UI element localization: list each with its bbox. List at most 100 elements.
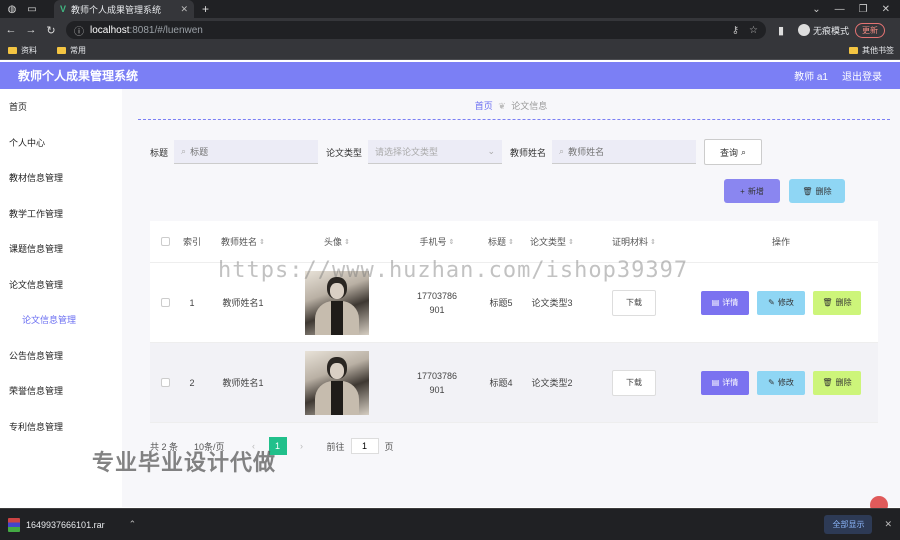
- cell-index: 2: [189, 377, 195, 388]
- key-icon[interactable]: ⚷: [732, 25, 739, 36]
- sidepanel-icon[interactable]: ▮: [772, 24, 790, 37]
- download-button[interactable]: 下载: [612, 369, 656, 396]
- header-title[interactable]: 标题 ⇕: [482, 235, 520, 248]
- profile-label: 无痕模式: [813, 25, 850, 36]
- new-tab-icon[interactable]: +: [202, 2, 209, 16]
- delete-button[interactable]: 🗑 删除: [813, 290, 861, 315]
- header-teacher[interactable]: 教师姓名 ⇕: [204, 235, 282, 248]
- query-button[interactable]: 查询 ⌕: [704, 139, 763, 165]
- browser-tab-strip: ◍ ▭ V 教师个人成果管理系统 ✕ + ⌄ — ❐ ✕: [0, 0, 900, 18]
- sidebar-item-textbooks[interactable]: 教材信息管理: [0, 160, 122, 196]
- sidebar-item-patents[interactable]: 专利信息管理: [0, 409, 122, 445]
- minimize-icon[interactable]: —: [835, 4, 845, 15]
- download-button[interactable]: 下载: [612, 289, 656, 316]
- url-field[interactable]: ⓘ localhost :8081/#/luenwen ⚷ ☆: [66, 21, 766, 39]
- window-close-icon[interactable]: ✕: [882, 4, 890, 15]
- tab-list-icon[interactable]: ▭: [24, 1, 40, 17]
- folder-icon: [8, 47, 17, 54]
- edit-button[interactable]: ✎ 修改: [757, 370, 805, 395]
- incognito-profile[interactable]: 无痕模式: [798, 24, 849, 37]
- forward-arrow-icon[interactable]: →: [22, 24, 40, 36]
- sidebar-item-honors[interactable]: 荣誉信息管理: [0, 373, 122, 409]
- cell-phone: 17703786 901: [416, 290, 458, 315]
- document-icon: ▤: [711, 298, 720, 307]
- cell-type: 论文类型3: [531, 298, 573, 308]
- sidebar-item-teaching[interactable]: 教学工作管理: [0, 196, 122, 232]
- chevron-right-icon[interactable]: ›: [293, 437, 311, 455]
- breadcrumb-home[interactable]: 首页: [475, 101, 493, 111]
- teacher-label: 教师姓名: [510, 147, 547, 158]
- sidebar-subitem-papers[interactable]: 论文信息管理: [0, 302, 122, 338]
- type-select[interactable]: 请选择论文类型 ⌄: [368, 140, 503, 164]
- detail-button[interactable]: ▤ 详情: [701, 290, 749, 315]
- reload-icon[interactable]: ↻: [42, 24, 60, 37]
- detail-button[interactable]: ▤ 详情: [701, 370, 749, 395]
- cell-teacher: 教师姓名1: [222, 378, 264, 388]
- title-search-field: ⌕: [174, 140, 319, 164]
- divider: [138, 119, 890, 120]
- add-button[interactable]: + 新增: [724, 179, 780, 203]
- close-icon[interactable]: ✕: [884, 519, 892, 530]
- header-ops: 操作: [771, 237, 790, 247]
- cell-index: 1: [189, 297, 195, 308]
- search-form: 标题 ⌕ 论文类型 请选择论文类型 ⌄ 教师姓名 ⌕ 查询 ⌕: [150, 139, 763, 165]
- edit-button[interactable]: ✎ 修改: [757, 290, 805, 315]
- header-phone[interactable]: 手机号 ⇕: [392, 235, 482, 248]
- watermark-url: https://www.huzhan.com/ishop39397: [218, 258, 689, 283]
- star-icon[interactable]: ☆: [749, 25, 758, 36]
- trash-icon: 🗑: [822, 298, 833, 307]
- bookmark-folder-1[interactable]: 常用: [57, 45, 86, 56]
- sidebar-item-papers[interactable]: 论文信息管理: [0, 267, 122, 303]
- vue-logo-icon: V: [60, 4, 67, 14]
- search-icon: ⌕: [741, 146, 747, 157]
- sort-icon: ⇕: [568, 238, 574, 246]
- sidebar-item-notices[interactable]: 公告信息管理: [0, 338, 122, 374]
- logout-link[interactable]: 退出登录: [842, 68, 882, 83]
- teacher-input[interactable]: [568, 146, 690, 157]
- close-icon[interactable]: ✕: [180, 4, 188, 15]
- promo-overlay-text: 专业毕业设计代做: [92, 450, 277, 475]
- goto-page-input[interactable]: [350, 438, 379, 454]
- cell-title: 标题4: [489, 378, 513, 388]
- delete-button[interactable]: 🗑 删除: [813, 370, 861, 395]
- title-label: 标题: [150, 147, 169, 158]
- row-checkbox[interactable]: [160, 378, 170, 387]
- show-all-button[interactable]: 全部显示: [824, 515, 873, 534]
- header-type[interactable]: 论文类型 ⇕: [520, 235, 584, 248]
- archive-file-icon: [8, 517, 20, 532]
- type-label: 论文类型: [326, 147, 363, 158]
- batch-delete-button[interactable]: 🗑 删除: [789, 179, 845, 203]
- back-arrow-icon[interactable]: ←: [2, 24, 20, 36]
- tab-title: 教师个人成果管理系统: [71, 4, 162, 15]
- update-button[interactable]: 更新: [855, 22, 886, 38]
- download-item[interactable]: 1649937666101.rar ⌃: [8, 517, 137, 532]
- sort-icon: ⇕: [508, 238, 514, 246]
- bookmark-folder-0[interactable]: 资料: [8, 45, 37, 56]
- chevron-down-icon[interactable]: ⌄: [812, 4, 820, 15]
- sort-icon: ⇕: [259, 238, 265, 246]
- folder-icon: [57, 47, 66, 54]
- header-file[interactable]: 证明材料 ⇕: [584, 235, 684, 248]
- header-index: 索引: [182, 237, 201, 247]
- globe-icon[interactable]: ◍: [4, 1, 20, 17]
- sidebar-item-profile[interactable]: 个人中心: [0, 125, 122, 161]
- trash-icon: 🗑: [802, 186, 813, 196]
- type-placeholder: 请选择论文类型: [375, 147, 439, 157]
- header-avatar[interactable]: 头像 ⇕: [282, 235, 392, 248]
- title-input[interactable]: [190, 146, 312, 157]
- chevron-up-icon[interactable]: ⌃: [129, 519, 137, 530]
- info-icon[interactable]: ⓘ: [74, 23, 84, 38]
- avatar[interactable]: [305, 350, 369, 415]
- row-checkbox[interactable]: [160, 298, 170, 307]
- maximize-icon[interactable]: ❐: [859, 4, 868, 15]
- sidebar-item-projects[interactable]: 课题信息管理: [0, 231, 122, 267]
- address-bar-row: ← → ↻ ⓘ localhost :8081/#/luenwen ⚷ ☆ ▮ …: [0, 18, 900, 42]
- select-all-checkbox[interactable]: [160, 237, 170, 246]
- breadcrumb-current: 论文信息: [511, 101, 548, 111]
- sort-icon: ⇕: [344, 238, 350, 246]
- download-bar: 1649937666101.rar ⌃ 全部显示 ✕: [0, 508, 900, 540]
- other-bookmarks[interactable]: 其他书签: [849, 45, 894, 56]
- sidebar-item-home[interactable]: 首页: [0, 89, 122, 125]
- app-header: 教师个人成果管理系统 教师 a1 退出登录: [0, 62, 900, 89]
- browser-tab[interactable]: V 教师个人成果管理系统 ✕: [54, 0, 194, 18]
